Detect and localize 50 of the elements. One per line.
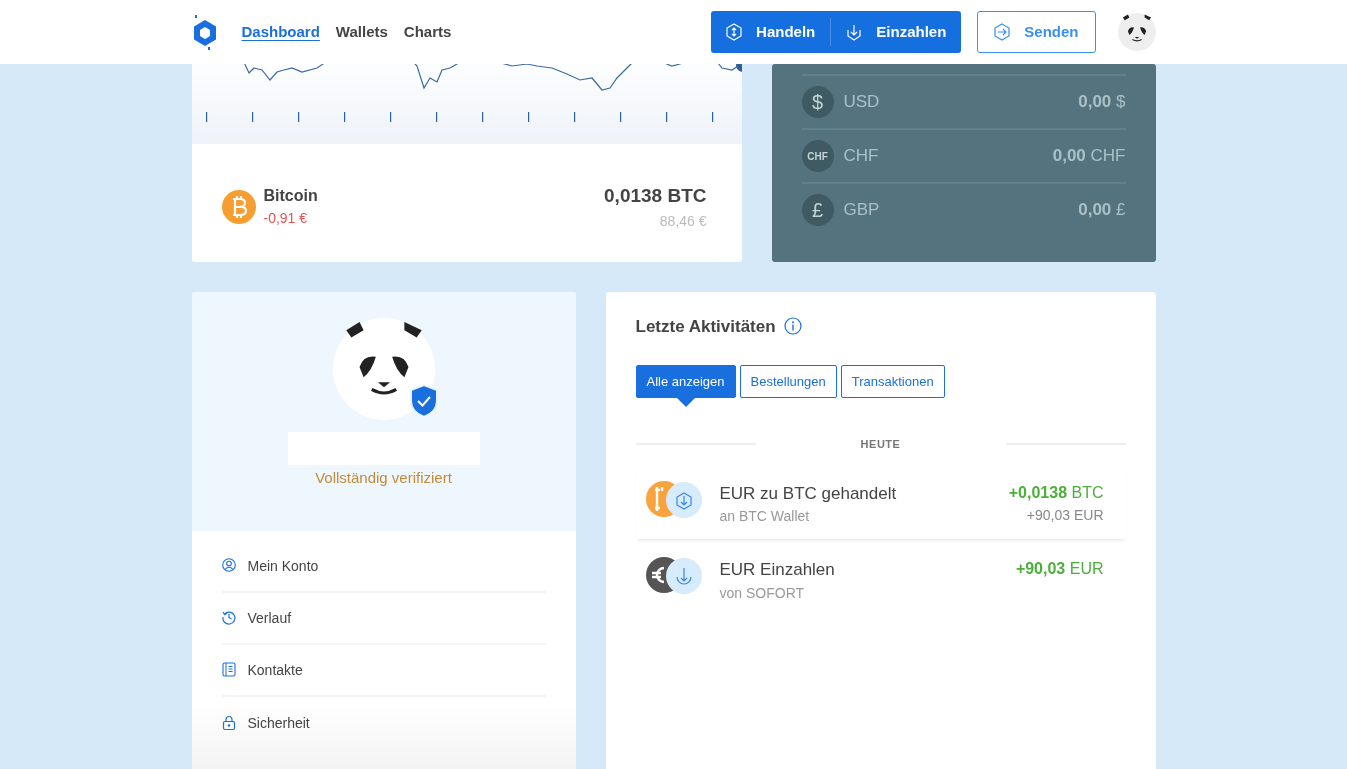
currency-balance: 0,00 $ xyxy=(1078,91,1126,114)
activity-amount: +0,0138 BTC xyxy=(1008,482,1104,503)
menu-item[interactable]: Sicherheit xyxy=(221,697,546,749)
currency-code: CHF xyxy=(843,145,879,168)
currency-code: GBP xyxy=(843,199,880,222)
verification-status: Vollständig verifiziert xyxy=(314,467,453,488)
activity-fiat-amount: +90,03 EUR xyxy=(1025,505,1104,525)
avatar[interactable] xyxy=(1117,13,1156,51)
currency-code: USD xyxy=(843,91,880,114)
lock-icon xyxy=(221,715,236,731)
activity-title: EUR Einzahlen xyxy=(719,559,835,581)
bitcoin-icon xyxy=(221,189,256,224)
activity-title: EUR zu BTC gehandelt xyxy=(719,482,897,505)
date-heading: HEUTE xyxy=(859,437,902,452)
currency-icon: CHF xyxy=(801,140,834,172)
nav-link[interactable]: Wallets xyxy=(335,20,388,44)
activity-subtitle: von SOFORT xyxy=(719,583,806,603)
logo-icon xyxy=(191,14,218,50)
nav-link[interactable]: Charts xyxy=(403,20,452,44)
currency-balance: 0,00 £ xyxy=(1078,199,1126,222)
trade-button[interactable]: Handeln xyxy=(711,11,831,53)
activity-subtitle: an BTC Wallet xyxy=(719,507,811,526)
user-icon xyxy=(221,558,236,574)
menu-item[interactable]: Verlauf xyxy=(221,593,546,645)
exchange-icon xyxy=(726,23,743,41)
currency-icon: £ xyxy=(801,194,834,226)
tab-pointer xyxy=(676,398,695,407)
history-icon xyxy=(221,610,236,626)
send-button[interactable]: Senden xyxy=(977,11,1096,53)
currency-icon: $ xyxy=(801,86,834,118)
deposit-icon xyxy=(645,557,702,595)
info-icon[interactable] xyxy=(783,317,802,336)
filter-tab[interactable]: Bestellungen xyxy=(739,365,837,398)
section-title: Letzte Aktivitäten xyxy=(635,315,776,338)
menu-item[interactable]: Mein Konto xyxy=(221,541,546,593)
coin-name: Bitcoin xyxy=(263,186,318,207)
send-icon xyxy=(994,23,1011,41)
fiat-value: 88,46 € xyxy=(658,211,707,231)
menu-item[interactable]: Kontakte xyxy=(221,645,546,697)
coin-balance: 0,0138 BTC xyxy=(604,184,707,208)
address-book-icon xyxy=(221,662,236,678)
trade-icon xyxy=(645,480,702,519)
filter-tab[interactable]: Transaktionen xyxy=(840,365,945,398)
deposit-button[interactable]: Einzahlen xyxy=(831,11,962,53)
filter-tab[interactable]: Alle anzeigen xyxy=(635,365,736,398)
nav-link[interactable]: Dashboard xyxy=(241,20,320,44)
currency-balance: 0,00 CHF xyxy=(1052,145,1126,168)
activity-amount: +90,03 EUR xyxy=(1015,559,1104,579)
price-change: -0,91 € xyxy=(263,209,309,229)
download-icon xyxy=(846,23,863,41)
